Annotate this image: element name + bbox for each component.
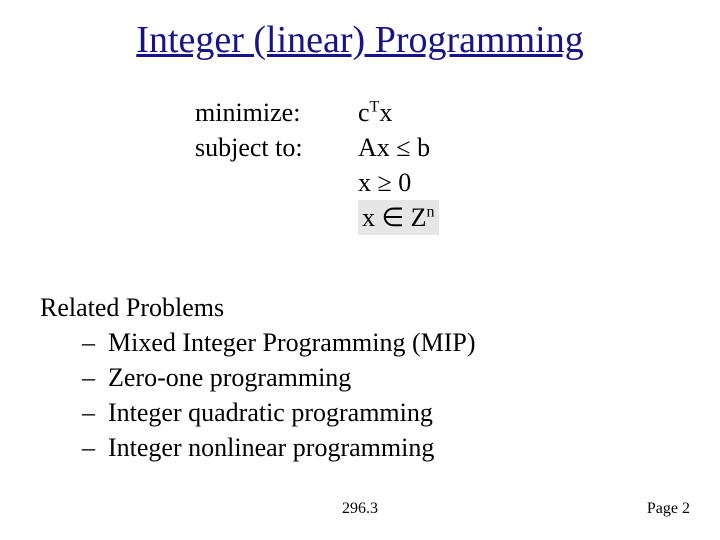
element-of-symbol: ∈ xyxy=(382,203,405,232)
int-x: x xyxy=(362,203,382,232)
bullet-dash: – xyxy=(82,430,100,465)
slide-title: Integer (linear) Programming xyxy=(0,18,720,62)
int-set-z: Z xyxy=(404,203,426,232)
constr-b: b xyxy=(411,133,431,162)
subject-to-label: subject to: xyxy=(195,130,340,165)
list-item-label: Mixed Integer Programming (MIP) xyxy=(108,325,476,360)
objective-row: minimize: cTx xyxy=(195,95,439,130)
transpose-t: T xyxy=(370,98,380,115)
list-item: – Zero-one programming xyxy=(40,360,476,395)
slide: Integer (linear) Programming minimize: c… xyxy=(0,0,720,540)
related-problems-block: Related Problems – Mixed Integer Program… xyxy=(40,290,476,465)
objective-expr: cTx xyxy=(358,95,392,130)
related-heading: Related Problems xyxy=(40,290,476,325)
constr-ax: Ax xyxy=(358,133,396,162)
list-item: – Mixed Integer Programming (MIP) xyxy=(40,325,476,360)
bullet-dash: – xyxy=(82,395,100,430)
list-item-label: Integer nonlinear programming xyxy=(108,430,434,465)
nonneg-zero: 0 xyxy=(392,168,412,197)
constraints-column: Ax ≤ b x ≥ 0 x ∈ Zn xyxy=(358,130,439,235)
ge-symbol: ≥ xyxy=(378,168,392,197)
list-item-label: Zero-one programming xyxy=(108,360,351,395)
footer-page-number: Page 2 xyxy=(647,500,690,518)
var-x: x xyxy=(379,98,392,127)
list-item-label: Integer quadratic programming xyxy=(108,395,433,430)
integrality-constraint: x ∈ Zn xyxy=(358,200,439,235)
bullet-dash: – xyxy=(82,325,100,360)
rhs-column: cTx xyxy=(358,95,392,130)
le-symbol: ≤ xyxy=(396,133,410,162)
footer-course-number: 296.3 xyxy=(0,500,720,518)
int-sup-n: n xyxy=(427,204,435,221)
list-item: – Integer nonlinear programming xyxy=(40,430,476,465)
bullet-dash: – xyxy=(82,360,100,395)
coeff-c: c xyxy=(358,98,370,127)
minimize-label: minimize: xyxy=(195,95,340,130)
integrality-highlight: x ∈ Zn xyxy=(358,200,439,235)
formulation-block: minimize: cTx subject to: Ax ≤ b x ≥ 0 x… xyxy=(195,95,439,235)
nonneg-x: x xyxy=(358,168,378,197)
constraints-row: subject to: Ax ≤ b x ≥ 0 x ∈ Zn xyxy=(195,130,439,235)
list-item: – Integer quadratic programming xyxy=(40,395,476,430)
nonneg-constraint: x ≥ 0 xyxy=(358,165,439,200)
linear-constraint: Ax ≤ b xyxy=(358,130,439,165)
